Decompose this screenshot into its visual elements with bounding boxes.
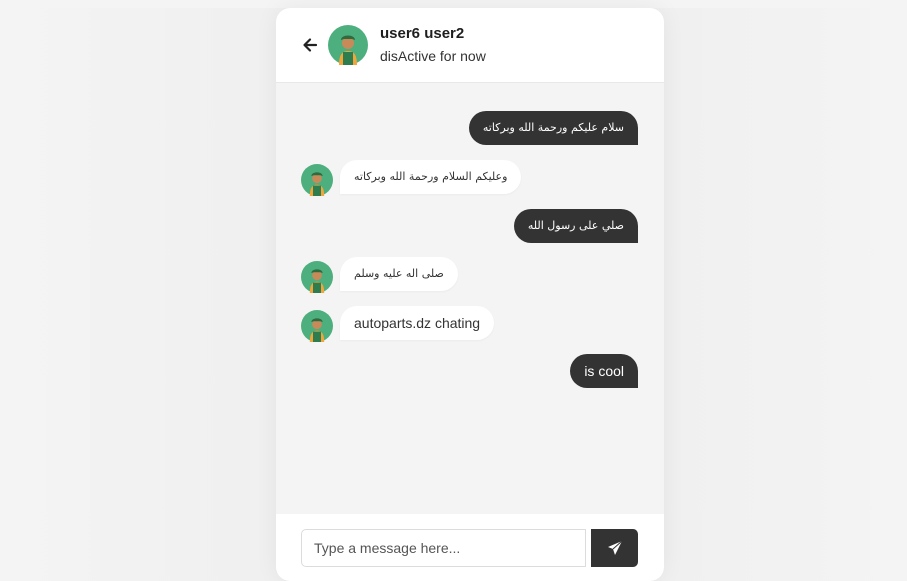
chat-header: user6 user2 disActive for now xyxy=(276,8,664,83)
user-name: user6 user2 xyxy=(380,25,465,42)
outgoing-message: صلي على رسول الله xyxy=(513,209,638,243)
user-avatar-icon xyxy=(328,25,368,65)
incoming-message: autoparts.dz chating xyxy=(340,306,495,340)
user-avatar-icon xyxy=(301,310,333,342)
incoming-message: وعليكم السلام ورحمة الله وبركاته xyxy=(340,160,522,194)
outgoing-message: سلام عليكم ورحمة الله وبركاته xyxy=(468,111,638,145)
user-avatar-icon xyxy=(301,261,333,293)
chat-window: user6 user2 disActive for now سلام عليكم… xyxy=(276,8,664,581)
incoming-message: صلى اله عليه وسلم xyxy=(340,257,458,291)
user-status: disActive for now xyxy=(380,48,486,64)
outgoing-message: is cool xyxy=(570,354,638,388)
send-button[interactable] xyxy=(591,529,638,567)
message-input[interactable] xyxy=(301,529,586,567)
arrow-left-icon xyxy=(303,38,318,52)
message-composer xyxy=(276,514,664,581)
message-list: سلام عليكم ورحمة الله وبركاته وعليكم الس… xyxy=(276,83,664,514)
user-avatar-icon xyxy=(301,164,333,196)
back-button[interactable] xyxy=(300,35,320,55)
paper-plane-icon xyxy=(607,540,622,555)
